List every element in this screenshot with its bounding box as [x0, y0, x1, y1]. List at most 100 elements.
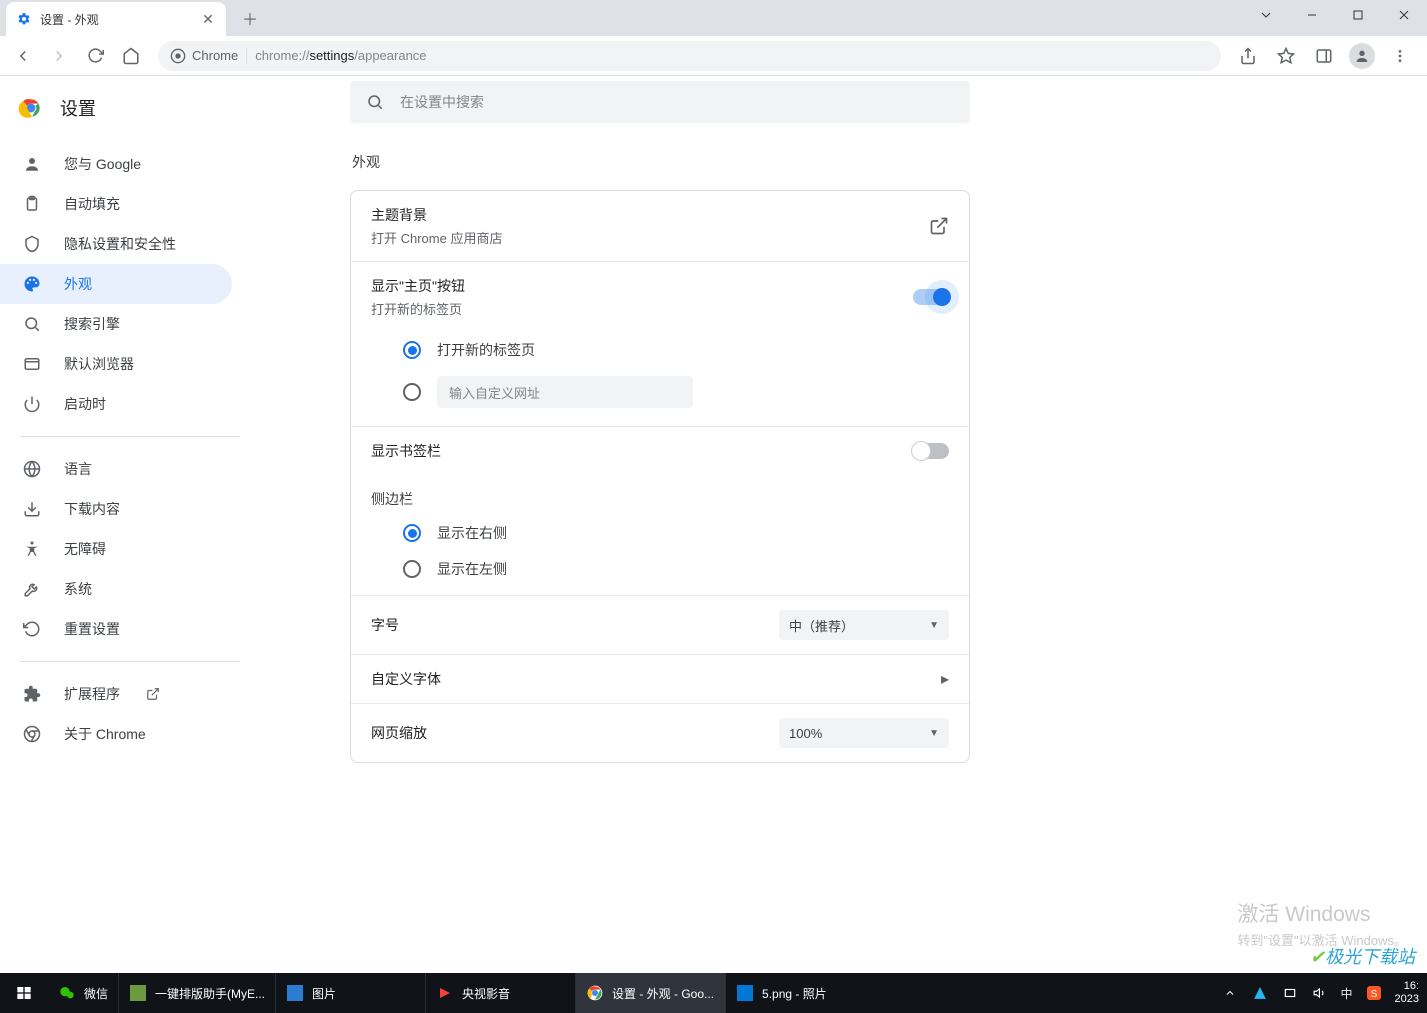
sidebar-item-appearance[interactable]: 外观 — [0, 264, 232, 304]
clipboard-icon — [22, 195, 42, 213]
taskbar-app-3[interactable]: 央视影音 — [425, 973, 575, 1013]
window-close-button[interactable] — [1381, 0, 1427, 30]
tray-chevron-up-icon[interactable] — [1221, 984, 1239, 1002]
window-maximize-button[interactable] — [1335, 0, 1381, 30]
power-icon — [22, 395, 42, 413]
sidebar-item-about[interactable]: 关于 Chrome — [0, 714, 232, 754]
shield-icon — [22, 235, 42, 253]
sidebar-item-default-browser[interactable]: 默认浏览器 — [0, 344, 232, 384]
radio-sidepanel-right[interactable]: 显示在右侧 — [351, 515, 969, 551]
windows-activation-watermark: 激活 Windows 转到"设置"以激活 Windows。 — [1237, 898, 1407, 949]
tray-volume-icon[interactable] — [1311, 984, 1329, 1002]
sidebar-item-search[interactable]: 搜索引擎 — [0, 304, 232, 344]
photo-icon — [736, 984, 754, 1002]
settings-search-input[interactable]: 在设置中搜索 — [350, 81, 970, 123]
app-icon — [436, 984, 454, 1002]
chevron-right-icon: ▸ — [941, 669, 949, 689]
restore-icon — [22, 620, 42, 638]
custom-url-input[interactable]: 输入自定义网址 — [437, 376, 693, 408]
section-title: 外观 — [350, 152, 380, 172]
sidebar-item-downloads[interactable]: 下载内容 — [0, 489, 232, 529]
menu-dots-icon[interactable] — [1383, 39, 1417, 73]
radio-sidepanel-left[interactable]: 显示在左侧 — [351, 551, 969, 596]
radio-icon[interactable] — [403, 341, 421, 359]
radio-icon[interactable] — [403, 560, 421, 578]
open-external-icon — [146, 687, 160, 701]
svg-text:S: S — [1370, 989, 1377, 1000]
sidebar-item-privacy[interactable]: 隐私设置和安全性 — [0, 224, 232, 264]
page-title: 设置 — [60, 95, 96, 121]
row-theme[interactable]: 主题背景打开 Chrome 应用商店 — [351, 191, 969, 262]
bookmark-star-icon[interactable] — [1269, 39, 1303, 73]
sidebar-item-onstartup[interactable]: 启动时 — [0, 384, 232, 424]
app-icon — [129, 984, 147, 1002]
radio-icon[interactable] — [403, 383, 421, 401]
browser-tab[interactable]: 设置 - 外观 ✕ — [6, 2, 226, 36]
wrench-icon — [22, 580, 42, 598]
taskbar-chrome[interactable]: 设置 - 外观 - Goo... — [575, 973, 725, 1013]
forward-button[interactable] — [42, 39, 76, 73]
settings-main: 在设置中搜索 外观 主题背景打开 Chrome 应用商店 显示"主页"按钮打开新… — [260, 140, 1427, 973]
caret-down-icon: ▼ — [929, 728, 939, 739]
share-icon[interactable] — [1231, 39, 1265, 73]
sidebar-item-you-and-google[interactable]: 您与 Google — [0, 144, 232, 184]
toggle-bookmarks-bar[interactable] — [913, 443, 949, 459]
image-icon — [286, 984, 304, 1002]
chrome-icon — [22, 725, 42, 743]
taskbar-app-2[interactable]: 图片 — [275, 973, 425, 1013]
palette-icon — [22, 275, 42, 293]
open-external-icon — [929, 216, 949, 236]
start-button[interactable] — [0, 973, 48, 1013]
sidebar-item-accessibility[interactable]: 无障碍 — [0, 529, 232, 569]
back-button[interactable] — [6, 39, 40, 73]
sidebar-item-autofill[interactable]: 自动填充 — [0, 184, 232, 224]
browser-icon — [22, 355, 42, 373]
row-sidepanel-header: 侧边栏 — [351, 475, 969, 515]
caret-down-icon: ▼ — [929, 620, 939, 631]
person-icon — [22, 155, 42, 173]
taskbar-wechat[interactable]: 微信 — [48, 973, 118, 1013]
site-watermark: ✔极光下载站 — [1310, 943, 1415, 969]
radio-icon[interactable] — [403, 524, 421, 542]
search-icon — [22, 315, 42, 333]
wechat-icon — [58, 984, 76, 1002]
puzzle-icon — [22, 685, 42, 703]
chevron-down-icon[interactable] — [1243, 0, 1289, 30]
radio-new-tab-page[interactable]: 打开新的标签页 — [351, 332, 969, 368]
close-tab-icon[interactable]: ✕ — [200, 11, 216, 27]
window-minimize-button[interactable] — [1289, 0, 1335, 30]
taskbar-photos[interactable]: 5.png - 照片 — [725, 973, 875, 1013]
sidebar-item-extensions[interactable]: 扩展程序 — [0, 674, 232, 714]
row-page-zoom: 网页缩放 100%▼ — [351, 704, 969, 762]
select-font-size[interactable]: 中（推荐）▼ — [779, 610, 949, 640]
sidebar-item-reset[interactable]: 重置设置 — [0, 609, 232, 649]
new-tab-button[interactable]: ＋ — [236, 4, 264, 32]
row-home-button: 显示"主页"按钮打开新的标签页 — [351, 262, 969, 332]
globe-icon — [22, 460, 42, 478]
tray-network-icon[interactable] — [1281, 984, 1299, 1002]
profile-avatar[interactable] — [1345, 39, 1379, 73]
ime-indicator[interactable]: 中 — [1341, 984, 1353, 1002]
radio-custom-url[interactable]: 输入自定义网址 — [351, 368, 969, 427]
select-page-zoom[interactable]: 100%▼ — [779, 718, 949, 748]
row-bookmarks-bar: 显示书签栏 — [351, 427, 969, 475]
window-titlebar: 设置 - 外观 ✕ ＋ — [0, 0, 1427, 36]
tab-title: 设置 - 外观 — [40, 11, 192, 28]
sidepanel-icon[interactable] — [1307, 39, 1341, 73]
toggle-home-button[interactable] — [913, 289, 949, 305]
tray-sogou-icon[interactable]: S — [1365, 984, 1383, 1002]
home-button[interactable] — [114, 39, 148, 73]
windows-taskbar: 微信 一键排版助手(MyE... 图片 央视影音 设置 - 外观 - Goo..… — [0, 973, 1427, 1013]
address-bar[interactable]: Chrome chrome://settings/appearance — [158, 41, 1221, 71]
row-custom-fonts[interactable]: 自定义字体 ▸ — [351, 655, 969, 704]
chrome-logo-icon — [18, 95, 44, 121]
download-icon — [22, 500, 42, 518]
sidebar-item-languages[interactable]: 语言 — [0, 449, 232, 489]
tray-clock[interactable]: 16:2023 — [1395, 980, 1419, 1006]
sidebar-item-system[interactable]: 系统 — [0, 569, 232, 609]
tray-app-icon[interactable] — [1251, 984, 1269, 1002]
taskbar-app-1[interactable]: 一键排版助手(MyE... — [118, 973, 275, 1013]
reload-button[interactable] — [78, 39, 112, 73]
gear-icon — [16, 11, 32, 27]
accessibility-icon — [22, 540, 42, 558]
